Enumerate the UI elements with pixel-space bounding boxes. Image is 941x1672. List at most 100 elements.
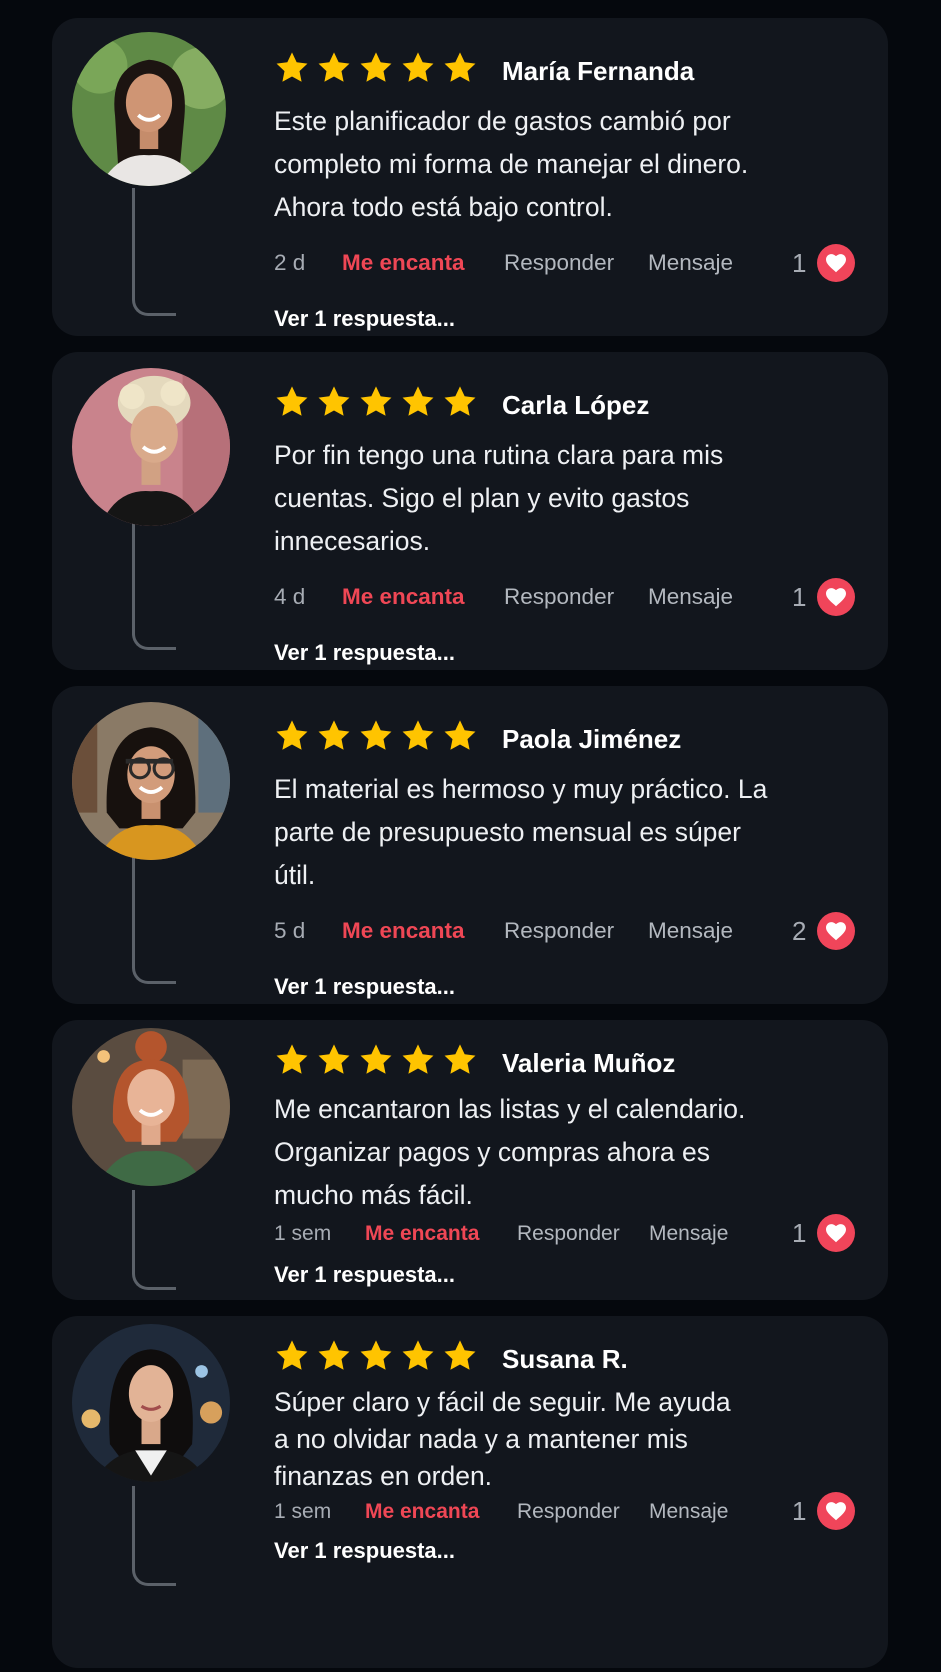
review-card: Carla López Por fin tengo una rutina cla… [52, 352, 888, 670]
reply-button[interactable]: Responder [517, 1222, 649, 1246]
review-card: Valeria Muñoz Me encantaron las listas y… [52, 1020, 888, 1300]
star-icon [316, 1042, 352, 1078]
star-icon [316, 718, 352, 754]
heart-icon [825, 1223, 847, 1243]
timestamp: 4 d [274, 584, 306, 609]
star-icon [316, 50, 352, 86]
star-icon [400, 1042, 436, 1078]
avatar[interactable] [72, 1028, 230, 1186]
comment-text: Por fin tengo una rutina clara para mis … [274, 440, 724, 556]
comment-actions: 2 d Me encanta Responder Mensaje [274, 250, 733, 276]
avatar[interactable] [72, 1324, 230, 1482]
view-replies-link[interactable]: Ver 1 respuesta... [274, 1538, 455, 1564]
star-icon [358, 384, 394, 420]
message-button[interactable]: Mensaje [648, 250, 733, 276]
love-button[interactable]: Me encanta [342, 584, 504, 610]
like-heart-button[interactable] [817, 1214, 855, 1252]
avatar[interactable] [72, 32, 226, 186]
star-icon [442, 50, 478, 86]
thread-line [132, 856, 176, 984]
reply-button[interactable]: Responder [504, 250, 648, 276]
star-icon [274, 1338, 310, 1374]
star-icon [274, 718, 310, 754]
star-icon [274, 50, 310, 86]
comment-text: El material es hermoso y muy práctico. L… [274, 774, 768, 890]
star-icon [442, 384, 478, 420]
star-icon [316, 384, 352, 420]
star-icon [400, 718, 436, 754]
comment-text: Súper claro y fácil de seguir. Me ayuda … [274, 1387, 731, 1491]
reply-button[interactable]: Responder [517, 1500, 649, 1524]
like-heart-button[interactable] [817, 1492, 855, 1530]
comment-actions: 1 sem Me encanta Responder Mensaje [274, 1222, 728, 1246]
star-icon [400, 1338, 436, 1374]
thread-line [132, 188, 176, 316]
heart-icon [825, 587, 847, 607]
star-rating [274, 50, 478, 86]
star-icon [400, 384, 436, 420]
star-icon [316, 1338, 352, 1374]
review-card: Susana R. Súper claro y fácil de seguir.… [52, 1316, 888, 1668]
like-heart-button[interactable] [817, 912, 855, 950]
like-count: 2 [792, 916, 807, 946]
avatar[interactable] [72, 368, 230, 526]
timestamp: 2 d [274, 250, 306, 275]
author-name[interactable]: Susana R. [502, 1344, 628, 1375]
star-icon [274, 1042, 310, 1078]
like-count: 1 [792, 1496, 807, 1526]
reviews-feed: María Fernanda Este planificador de gast… [0, 0, 941, 1672]
thread-line [132, 522, 176, 650]
review-card: María Fernanda Este planificador de gast… [52, 18, 888, 336]
reply-button[interactable]: Responder [504, 918, 648, 944]
star-icon [358, 50, 394, 86]
star-icon [358, 1338, 394, 1374]
author-name[interactable]: María Fernanda [502, 56, 694, 87]
author-name[interactable]: Carla López [502, 390, 649, 421]
heart-icon [825, 253, 847, 273]
like-count: 1 [792, 582, 807, 612]
view-replies-link[interactable]: Ver 1 respuesta... [274, 640, 455, 666]
star-icon [442, 1338, 478, 1374]
star-icon [442, 1042, 478, 1078]
view-replies-link[interactable]: Ver 1 respuesta... [274, 1262, 455, 1288]
love-button[interactable]: Me encanta [365, 1222, 517, 1246]
thread-line [132, 1190, 176, 1290]
thread-line [132, 1486, 176, 1586]
timestamp: 5 d [274, 918, 306, 943]
star-icon [358, 718, 394, 754]
comment-text: Me encantaron las listas y el calendario… [274, 1094, 746, 1210]
comment-actions: 5 d Me encanta Responder Mensaje [274, 918, 733, 944]
star-icon [274, 384, 310, 420]
comment-actions: 1 sem Me encanta Responder Mensaje [274, 1500, 728, 1524]
love-button[interactable]: Me encanta [342, 250, 504, 276]
like-heart-button[interactable] [817, 578, 855, 616]
avatar[interactable] [72, 702, 230, 860]
author-name[interactable]: Paola Jiménez [502, 724, 681, 755]
heart-icon [825, 1501, 847, 1521]
message-button[interactable]: Mensaje [648, 918, 733, 944]
star-icon [400, 50, 436, 86]
star-rating [274, 1042, 478, 1078]
heart-icon [825, 921, 847, 941]
view-replies-link[interactable]: Ver 1 respuesta... [274, 306, 455, 332]
star-icon [442, 718, 478, 754]
love-button[interactable]: Me encanta [342, 918, 504, 944]
comment-text: Este planificador de gastos cambió por c… [274, 106, 749, 222]
timestamp: 1 sem [274, 1222, 332, 1245]
star-rating [274, 718, 478, 754]
timestamp: 1 sem [274, 1500, 332, 1523]
like-heart-button[interactable] [817, 244, 855, 282]
star-rating [274, 1338, 478, 1374]
love-button[interactable]: Me encanta [365, 1500, 517, 1524]
message-button[interactable]: Mensaje [649, 1222, 728, 1246]
message-button[interactable]: Mensaje [649, 1500, 728, 1524]
like-count: 1 [792, 1218, 807, 1248]
reply-button[interactable]: Responder [504, 584, 648, 610]
like-count: 1 [792, 248, 807, 278]
message-button[interactable]: Mensaje [648, 584, 733, 610]
review-card: Paola Jiménez El material es hermoso y m… [52, 686, 888, 1004]
comment-actions: 4 d Me encanta Responder Mensaje [274, 584, 733, 610]
view-replies-link[interactable]: Ver 1 respuesta... [274, 974, 455, 1000]
author-name[interactable]: Valeria Muñoz [502, 1048, 675, 1079]
star-icon [358, 1042, 394, 1078]
